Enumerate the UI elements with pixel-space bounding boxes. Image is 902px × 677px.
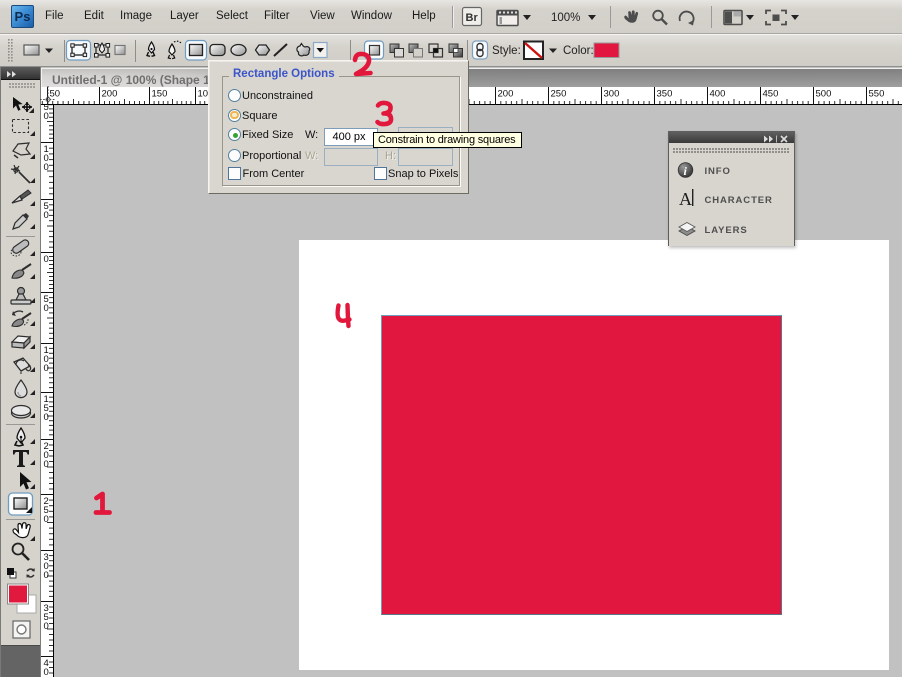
svg-text:450: 450 bbox=[763, 89, 779, 100]
svg-text:0: 0 bbox=[44, 162, 49, 173]
svg-text:0: 0 bbox=[44, 254, 49, 265]
svg-text:0: 0 bbox=[44, 210, 49, 221]
svg-text:0: 0 bbox=[44, 111, 49, 122]
svg-text:500: 500 bbox=[816, 89, 832, 100]
svg-text:350: 350 bbox=[657, 89, 673, 100]
svg-text:250: 250 bbox=[551, 89, 567, 100]
svg-text:0: 0 bbox=[44, 412, 49, 423]
svg-text:A: A bbox=[679, 189, 692, 209]
svg-text:0: 0 bbox=[44, 459, 49, 470]
svg-text:0: 0 bbox=[44, 514, 49, 525]
svg-text:0: 0 bbox=[44, 621, 49, 632]
svg-text:400: 400 bbox=[710, 89, 726, 100]
svg-text:150: 150 bbox=[152, 89, 168, 100]
svg-text:Br: Br bbox=[466, 12, 479, 24]
svg-text:300: 300 bbox=[604, 89, 620, 100]
svg-text:0: 0 bbox=[44, 570, 49, 581]
svg-text:200: 200 bbox=[102, 89, 118, 100]
svg-text:100%: 100% bbox=[551, 12, 580, 24]
svg-text:550: 550 bbox=[869, 89, 885, 100]
svg-text:200: 200 bbox=[498, 89, 514, 100]
svg-text:0: 0 bbox=[44, 363, 49, 374]
svg-text:0: 0 bbox=[44, 303, 49, 314]
